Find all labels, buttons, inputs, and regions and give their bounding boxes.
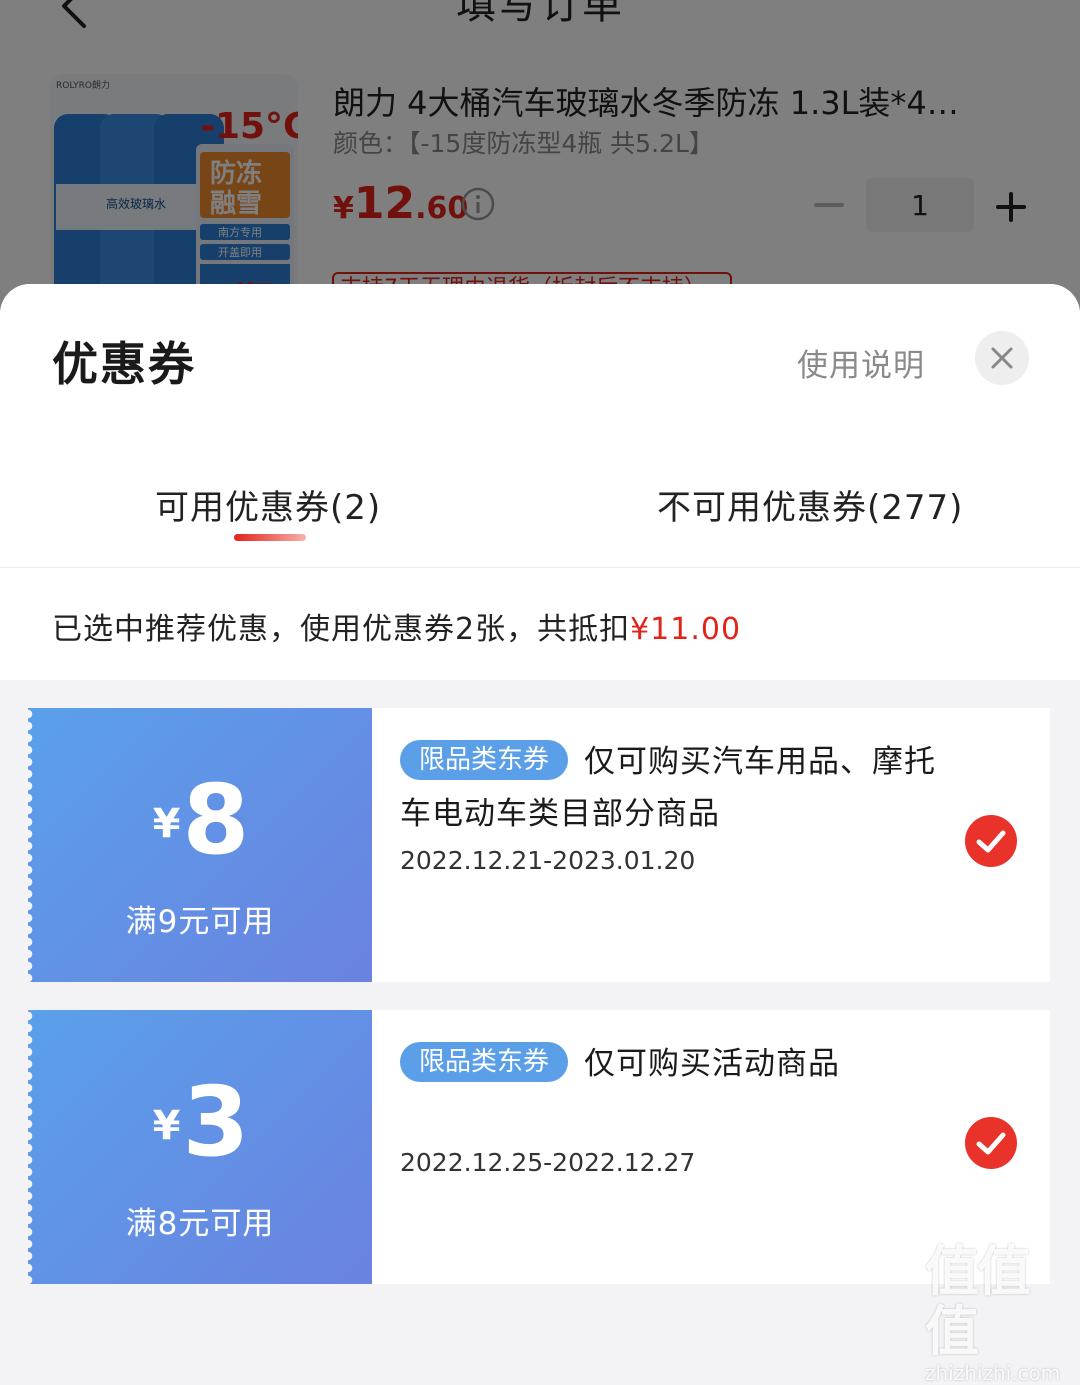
coupon-value-panel: ¥8 满9元可用 (28, 708, 372, 982)
coupon-validity-date: 2022.12.25-2022.12.27 (400, 1148, 696, 1177)
summary-text: 已选中推荐优惠，使用优惠券2张，共抵扣 (52, 612, 631, 647)
coupon-value-panel: ¥3 满8元可用 (28, 1010, 372, 1284)
coupon-details: 仅可购买汽车用品、摩托车电动车类目部分商品 限品类东券 2022.12.21-2… (400, 708, 1050, 982)
coupon-condition: 满8元可用 (125, 1206, 275, 1242)
coupon-validity-date: 2022.12.21-2023.01.20 (400, 846, 696, 875)
coupon-amount: 3 (182, 1066, 250, 1178)
divider (0, 567, 1080, 568)
check-circle-icon[interactable] (964, 1116, 1018, 1170)
close-button[interactable] (975, 331, 1029, 385)
coupon-sheet: 优惠券 使用说明 可用优惠券(2) 不可用优惠券(277) 已选中推荐优惠，使用… (0, 284, 1080, 1332)
coupon-value: ¥3 (28, 1066, 372, 1178)
coupon-amount: 8 (182, 764, 250, 876)
summary-amount: ¥11.00 (630, 612, 742, 647)
close-icon (991, 347, 1013, 369)
coupon-currency: ¥ (152, 801, 181, 847)
check-circle-icon[interactable] (964, 814, 1018, 868)
watermark-domain: zhizhizhi.com (925, 1361, 1061, 1385)
discount-summary: 已选中推荐优惠，使用优惠券2张，共抵扣¥11.00 (52, 604, 741, 648)
tab-unavailable-coupons[interactable]: 不可用优惠券(277) (657, 480, 963, 529)
watermark-logo: 值值值 (925, 1240, 1031, 1363)
coupon-currency: ¥ (152, 1103, 181, 1149)
coupon-card[interactable]: ¥8 满9元可用 仅可购买汽车用品、摩托车电动车类目部分商品 限品类东券 202… (28, 708, 1050, 982)
coupon-category-tag: 限品类东券 (400, 740, 569, 780)
coupon-value: ¥8 (28, 764, 372, 876)
coupon-condition: 满9元可用 (125, 904, 275, 940)
coupon-category-tag: 限品类东券 (400, 1042, 569, 1082)
tab-available-coupons[interactable]: 可用优惠券(2) (155, 480, 381, 529)
sheet-title: 优惠券 (52, 337, 196, 391)
sheet-header: 优惠券 使用说明 可用优惠券(2) 不可用优惠券(277) 已选中推荐优惠，使用… (0, 284, 1080, 680)
coupon-description-text: 仅可购买活动商品 (584, 1046, 840, 1082)
coupon-card[interactable]: ¥3 满8元可用 仅可购买活动商品 限品类东券 2022.12.25-2022.… (28, 1010, 1050, 1284)
active-tab-indicator (234, 534, 306, 541)
usage-instructions-link[interactable]: 使用说明 (797, 340, 925, 385)
watermark: 值值值 zhizhizhi.com (925, 1242, 1075, 1385)
